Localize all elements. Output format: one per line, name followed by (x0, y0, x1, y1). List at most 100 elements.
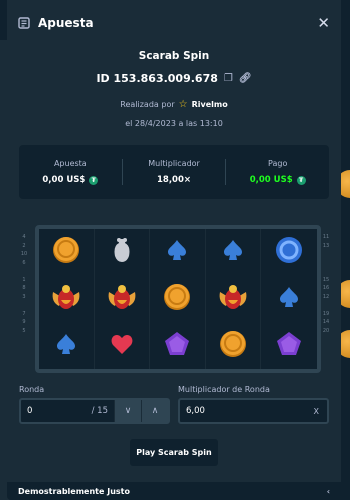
reel-cell (261, 229, 317, 276)
reel-cell (150, 322, 206, 369)
coin-icon (218, 329, 248, 363)
payline-number (20, 301, 28, 310)
payline-number: 11 (322, 234, 330, 240)
stat-value: 0,00 US$ (249, 175, 293, 185)
bet-id-row: ID 153.863.009.678 ❐ 🔗︎ (7, 72, 341, 85)
scarab-icon (49, 280, 83, 318)
payline-number (322, 267, 330, 276)
payline-number: 12 (322, 293, 330, 300)
coin-icon (51, 235, 81, 269)
spade-icon (165, 238, 189, 266)
stat-payout: Pago 0,00 US$ ₮ (225, 159, 329, 185)
round-value[interactable]: 0 (21, 406, 92, 416)
tether-icon: ₮ (89, 175, 99, 185)
payline-number: 13 (322, 242, 330, 249)
round-multiplier-suffix: X (313, 406, 319, 416)
made-by-row: Realizada por ☆ Rivelmo (7, 99, 341, 110)
stat-value-row: 18,00× (123, 175, 226, 185)
receipt-icon (18, 17, 30, 29)
payline-number: 6 (22, 259, 26, 266)
pentagon-icon (275, 330, 303, 362)
payline-numbers-left: 4 2 10 6 1 8 3 7 9 5 (20, 233, 28, 335)
payline-number: 5 (22, 327, 26, 334)
heart-icon (110, 333, 134, 359)
round-multiplier-value: 6,00 (186, 406, 205, 416)
modal-header: Apuesta ✕ (7, 0, 341, 46)
stat-value-row: 0,00 US$ ₮ (19, 175, 122, 185)
reel-cell (150, 275, 206, 323)
payline-number (322, 250, 330, 259)
reel-cell (150, 229, 206, 276)
round-multiplier-field: Multiplicador de Ronda 6,00 X (178, 385, 329, 424)
coin-icon (162, 282, 192, 316)
payline-number (322, 259, 330, 268)
scarab-icon (105, 280, 139, 318)
reel-cell (261, 276, 317, 323)
payline-numbers-right: 11 13 15 16 12 19 14 20 (322, 233, 330, 335)
stat-value-row: 0,00 US$ ₮ (226, 175, 329, 185)
reel-cell (95, 322, 151, 369)
payline-number: 2 (22, 242, 26, 249)
link-icon[interactable]: 🔗︎ (239, 73, 252, 84)
reel-grid (35, 225, 321, 373)
round-controls: Ronda 0 / 15 ∨ ∧ Multiplicador de Ronda … (19, 385, 329, 424)
modal-title: Apuesta (38, 16, 94, 30)
stat-value: 18,00× (157, 175, 192, 185)
round-label: Ronda (19, 385, 45, 394)
payline-number: 8 (22, 285, 26, 291)
reel-cell (39, 322, 95, 369)
round-multiplier-input[interactable]: 6,00 X (178, 398, 329, 424)
round-field: Ronda 0 / 15 ∨ ∧ (19, 385, 170, 424)
payline-number: 19 (322, 310, 330, 317)
reel-cell (261, 322, 317, 369)
bet-date: el 28/4/2023 a las 13:10 (125, 119, 223, 128)
round-multiplier-label: Multiplicador de Ronda (178, 385, 270, 394)
payline-number: 3 (22, 293, 26, 300)
pentagon-icon (163, 330, 191, 362)
payline-number: 14 (322, 319, 330, 325)
reel-cell (95, 229, 151, 276)
vase-icon (111, 236, 133, 268)
game-name: Scarab Spin (138, 50, 210, 62)
play-game-button[interactable]: Play Scarab Spin (130, 439, 218, 466)
scarab-icon (216, 280, 250, 318)
username-link[interactable]: Rivelmo (192, 100, 228, 109)
stat-label: Apuesta (53, 159, 87, 168)
bet-id: ID 153.863.009.678 (96, 72, 218, 85)
close-icon[interactable]: ✕ (317, 14, 330, 32)
payline-number: 10 (20, 251, 28, 257)
reel-cell (39, 229, 95, 276)
stat-label: Pago (268, 159, 288, 168)
provably-fair-label: Demostrablemente Justo (18, 486, 130, 496)
payline-number: 1 (22, 276, 26, 283)
reel-cell (206, 322, 262, 369)
chevron-up-icon[interactable]: ∧ (141, 400, 168, 422)
stat-label: Multiplicador (148, 159, 200, 168)
payline-number: 15 (322, 276, 330, 283)
reels-area: 4 2 10 6 1 8 3 7 9 5 11 13 15 16 12 19 14 20 (7, 225, 341, 375)
payline-number (20, 267, 28, 276)
payline-number: 4 (22, 234, 26, 240)
chevron-down-icon[interactable]: ∨ (114, 400, 141, 422)
reel-cell (95, 275, 151, 323)
payline-number: 7 (22, 310, 26, 317)
stat-multiplier: Multiplicador 18,00× (121, 159, 226, 185)
copy-icon[interactable]: ❐ (224, 73, 233, 84)
chevron-left-icon[interactable]: ‹ (327, 487, 330, 496)
spade-icon (221, 238, 245, 266)
made-by-prefix: Realizada por (120, 100, 175, 109)
star-icon: ☆ (178, 99, 188, 110)
round-input[interactable]: 0 / 15 ∨ ∧ (19, 398, 170, 424)
stat-value: 0,00 US$ (42, 175, 86, 185)
tether-icon: ₮ (296, 175, 306, 185)
provably-fair-bar[interactable]: Demostrablemente Justo ‹ (7, 482, 341, 500)
stats-panel: Apuesta 0,00 US$ ₮ Multiplicador 18,00× … (19, 145, 329, 199)
round-total: / 15 (91, 406, 108, 416)
payline-number: 9 (22, 319, 26, 325)
reel-cell (206, 275, 262, 323)
reel-cell (206, 229, 262, 276)
spade-icon (277, 285, 301, 313)
payline-number (322, 301, 330, 310)
stat-bet: Apuesta 0,00 US$ ₮ (19, 159, 122, 185)
payline-number: 16 (322, 285, 330, 291)
